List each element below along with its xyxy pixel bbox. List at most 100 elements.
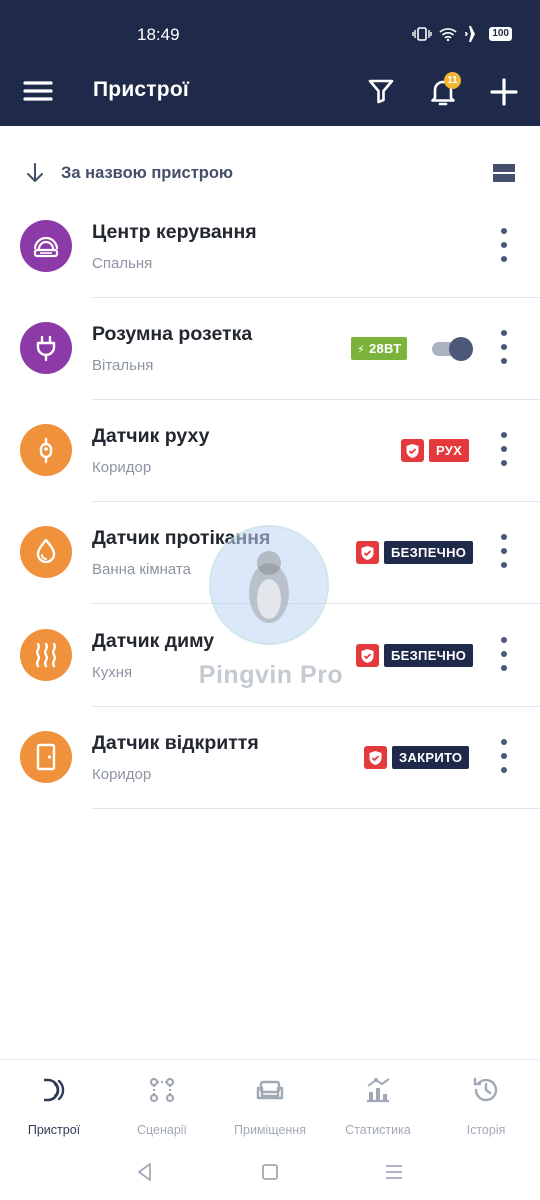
hub-icon [33,236,59,258]
nav-label: Історія [466,1123,506,1137]
statistics-icon [367,1078,390,1103]
device-status: РУХ [401,439,470,462]
device-room: Коридор [92,766,152,783]
door-icon [36,743,56,771]
status-bar: 18:49 100 [0,0,540,56]
device-row[interactable]: Центр керування Спальня [0,196,540,298]
device-room: Кухня [92,664,133,681]
more-icon [501,637,507,643]
device-icon-circle [20,220,72,272]
view-mode-button[interactable] [492,162,516,184]
device-row[interactable]: Датчик руху Коридор РУХ [0,400,540,502]
page-title: Пристрої [93,78,189,101]
device-row[interactable]: Датчик відкриття Коридор ЗАКРИТО [0,707,540,809]
nav-label: Пристрої [27,1123,81,1137]
device-row[interactable]: Датчик протікання Ванна кімната БЕЗПЕЧНО [0,502,540,604]
shield-icon [401,439,424,462]
device-name: Датчик відкриття [92,732,259,754]
device-name: Центр керування [92,221,257,243]
sort-bar: За назвою пристрою [0,150,540,196]
sort-direction-button[interactable] [25,162,45,184]
nav-label: Статистика [345,1123,411,1137]
more-icon [501,739,507,745]
battery-indicator: 100 [489,27,512,41]
device-icon-circle [20,424,72,476]
nav-tab-history[interactable]: Історія [436,1074,536,1137]
nav-tab-rooms[interactable]: Приміщення [220,1074,320,1137]
nav-tab-devices[interactable]: Пристрої [4,1074,104,1137]
app-bar: Пристрої 11 [0,56,540,126]
system-back-button[interactable] [134,1161,156,1183]
device-icon-circle [20,629,72,681]
status-badge: БЕЗПЕЧНО [384,541,474,564]
more-icon [501,228,507,234]
menu-button[interactable] [22,76,54,106]
bottom-nav: Пристрої Сценарії Приміщення Статистика … [0,1059,540,1143]
more-icon [501,534,507,540]
arrow-down-icon [27,163,43,182]
more-icon [501,330,507,336]
device-status: БЕЗПЕЧНО [356,541,474,564]
shield-icon [364,746,387,769]
divider [92,603,540,604]
device-icon-circle [20,322,72,374]
more-icon [501,432,507,438]
motion-icon [39,437,53,464]
more-options-button[interactable] [496,432,512,466]
menu-icon [23,81,53,101]
nav-label: Сценарії [136,1123,188,1137]
sort-label[interactable]: За назвою пристрою [61,164,233,183]
back-triangle-icon [138,1163,151,1181]
scenarios-icon [149,1077,175,1103]
home-square-icon [262,1164,278,1180]
shield-icon [356,541,379,564]
power-indicator: ⚡ 28ВТ [351,337,408,360]
device-room: Коридор [92,459,152,476]
nav-tab-statistics[interactable]: Статистика [328,1074,428,1137]
shield-icon [356,644,379,667]
list-view-icon [493,164,515,182]
power-toggle[interactable] [432,337,476,361]
power-badge: ⚡ 28ВТ [351,337,408,360]
device-icon-circle [20,526,72,578]
more-options-button[interactable] [496,330,512,364]
device-status: ЗАКРИТО [364,746,470,769]
notification-badge: 11 [444,72,461,89]
device-status: БЕЗПЕЧНО [356,644,474,667]
status-icons: 100 [412,26,512,42]
airplane-icon [465,26,481,42]
filter-button[interactable] [366,76,396,106]
plus-icon [490,78,518,106]
more-options-button[interactable] [496,637,512,671]
status-badge: БЕЗПЕЧНО [384,644,474,667]
more-options-button[interactable] [496,228,512,262]
rooms-icon [256,1080,284,1100]
smoke-icon [35,642,57,668]
device-icon-circle [20,731,72,783]
device-name: Датчик протікання [92,527,271,549]
devices-icon [44,1078,65,1102]
status-badge: РУХ [429,439,470,462]
system-nav-bar [0,1143,540,1200]
plug-icon [36,335,56,362]
device-name: Датчик диму [92,630,215,652]
water-drop-icon [36,538,56,564]
device-room: Спальня [92,255,153,272]
toggle-knob [449,337,473,361]
history-icon [473,1077,498,1102]
device-row[interactable]: Розумна розетка Вітальня ⚡ 28ВТ [0,298,540,400]
system-home-button[interactable] [259,1161,281,1183]
device-name: Розумна розетка [92,323,253,345]
more-options-button[interactable] [496,534,512,568]
divider [92,808,540,809]
more-options-button[interactable] [496,739,512,773]
status-time: 18:49 [137,25,180,44]
wifi-icon [439,28,457,41]
nav-tab-scenarios[interactable]: Сценарії [112,1074,212,1137]
lightning-icon: ⚡ [357,344,366,356]
notifications-button[interactable]: 11 [427,72,461,108]
add-device-button[interactable] [489,77,519,107]
device-room: Вітальня [92,357,154,374]
device-row[interactable]: Датчик диму Кухня БЕЗПЕЧНО [0,605,540,707]
system-recents-button[interactable] [383,1161,405,1183]
